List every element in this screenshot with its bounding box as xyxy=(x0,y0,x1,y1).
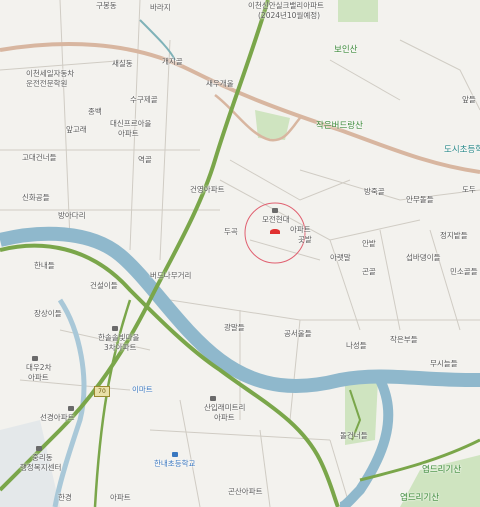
map-label: 한내들 xyxy=(34,261,55,270)
map-label: 앞들 xyxy=(462,95,476,104)
map-label: 선경아파트 xyxy=(40,413,75,422)
map-label: 도시초등학 xyxy=(444,145,480,155)
map-label: 새실동 xyxy=(112,59,133,68)
map-label: 작은버드랑산 xyxy=(316,121,363,131)
map-label: 건영아파트 xyxy=(190,185,225,194)
location-marker-icon[interactable] xyxy=(270,229,280,234)
map-label: 아파트 xyxy=(118,129,139,138)
school-icon xyxy=(172,452,178,457)
map-label: 나성들 xyxy=(346,341,367,350)
map-label: 작은부들 xyxy=(390,335,418,344)
expressway xyxy=(0,42,480,174)
stream xyxy=(52,298,87,507)
map-label: 광말들 xyxy=(224,323,245,332)
map-label: 방죽골 xyxy=(364,187,385,196)
map-label: 새우개울 xyxy=(206,79,234,88)
apartment-icon xyxy=(112,326,118,331)
map-label: 버드나무거리 xyxy=(150,271,192,280)
map-label: (2024년10월예정) xyxy=(258,11,321,20)
map-label: 방아다리 xyxy=(58,211,86,220)
map-label: 도두 xyxy=(462,185,476,194)
map-label: 안밭 xyxy=(362,239,376,248)
map-label: 수구제골 xyxy=(130,95,158,104)
apartment-icon xyxy=(68,406,74,411)
map-label: 안무돌들 xyxy=(406,195,434,204)
map-label: 엽드리기산 xyxy=(400,493,440,503)
map-label: 고대건너들 xyxy=(22,153,57,162)
park-area xyxy=(338,0,378,22)
map-label: 섭바댕이들 xyxy=(406,253,441,262)
map-label: 앞고래 xyxy=(66,125,87,134)
map-label: 대신프르아을 xyxy=(110,119,152,128)
map-label: 아파트 xyxy=(214,413,235,422)
map-label: 보인산 xyxy=(334,45,358,55)
apartment-icon xyxy=(210,396,216,401)
map-label: 운전전문학원 xyxy=(26,79,68,88)
map-label: 한솔솔빛마을 xyxy=(98,333,140,342)
map-label: 공서울들 xyxy=(284,329,312,338)
map-label: 무시늘들 xyxy=(430,359,458,368)
apartment-icon xyxy=(272,208,278,213)
road-number-shield: 70 xyxy=(94,386,110,397)
map-label: 구봉동 xyxy=(96,1,117,10)
map-label: 이천신안실크밸리아파트 xyxy=(248,1,324,10)
road xyxy=(93,299,132,507)
map-label: 이마트 xyxy=(132,385,153,394)
map-label: 한경 xyxy=(58,493,72,502)
map-label: 정지밭들 xyxy=(440,231,468,240)
map-label: 아파트 xyxy=(290,225,311,234)
government-office-icon xyxy=(36,446,42,451)
map-label: 대우2차 xyxy=(26,363,52,372)
map-label: 건설이들 xyxy=(90,281,118,290)
map-label: 신화공들 xyxy=(22,193,50,202)
map-label: 엽드리기산 xyxy=(422,465,462,475)
map-label: 모전현대 xyxy=(262,215,290,224)
map-label: 개지골 xyxy=(162,57,183,66)
map-label: 중리동 xyxy=(32,453,53,462)
map-label: 산입래미트리 xyxy=(204,403,246,412)
map-label: 종백 xyxy=(88,107,102,116)
map-label: 곤골 xyxy=(362,267,376,276)
map-label: 행정복지센터 xyxy=(20,463,62,472)
map-label: 돌건너들 xyxy=(340,431,368,440)
map-label: 장상이들 xyxy=(34,309,62,318)
map-label: 이천세일자동차 xyxy=(26,69,75,78)
map-label: 한내초등학교 xyxy=(154,459,196,468)
map-label: 바라지 xyxy=(150,3,171,12)
map-label: 아파트 xyxy=(110,493,131,502)
map-label: 곤산아파트 xyxy=(228,487,263,496)
map-view[interactable]: 구봉동 바라지 이천신안실크밸리아파트 (2024년10월예정) 보인산 이천세… xyxy=(0,0,480,507)
map-label: 역골 xyxy=(138,155,152,164)
map-label: 민소골들 xyxy=(450,267,478,276)
apartment-icon xyxy=(32,356,38,361)
map-label: 아파트 xyxy=(28,373,49,382)
map-label: 곳발 xyxy=(298,235,312,244)
map-label: 3차아파트 xyxy=(104,343,137,352)
map-label: 두곡 xyxy=(224,227,238,236)
map-label: 아랫말 xyxy=(330,253,351,262)
